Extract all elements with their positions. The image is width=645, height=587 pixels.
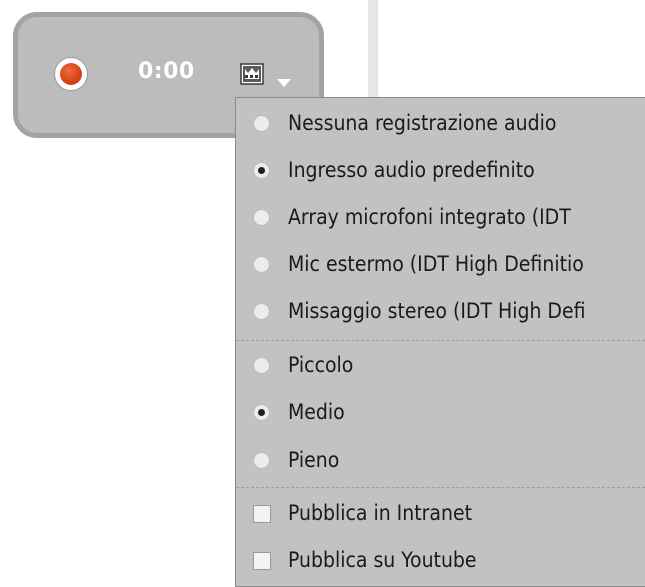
chevron-down-icon (277, 79, 291, 87)
radio-button[interactable] (253, 357, 270, 374)
menu-item-label: Nessuna registrazione audio (288, 111, 557, 135)
record-button[interactable] (54, 57, 88, 91)
audio-options-menu: Nessuna registrazione audio Ingresso aud… (235, 97, 645, 587)
menu-item-label: Pubblica in Intranet (288, 501, 472, 525)
radio-button[interactable] (253, 209, 270, 226)
menu-item-label: Ingresso audio predefinito (288, 158, 535, 182)
menu-separator (236, 340, 645, 341)
recording-timer: 0:00 (138, 59, 195, 84)
checkbox[interactable] (253, 505, 271, 523)
audio-device-dropdown[interactable] (240, 63, 300, 89)
radio-button[interactable] (253, 303, 270, 320)
radio-button[interactable] (253, 256, 270, 273)
menu-item-no-audio[interactable]: Nessuna registrazione audio (236, 101, 645, 147)
menu-item-size-small[interactable]: Piccolo (236, 343, 645, 389)
menu-item-external-mic[interactable]: Mic estermo (IDT High Definitio (236, 242, 645, 288)
menu-item-label: Pieno (288, 448, 340, 472)
menu-item-label: Pubblica su Youtube (288, 548, 477, 572)
radio-button[interactable] (253, 452, 270, 469)
menu-item-stereo-mix[interactable]: Missaggio stereo (IDT High Defi (236, 289, 645, 335)
menu-item-default-input[interactable]: Ingresso audio predefinito (236, 148, 645, 194)
radio-button[interactable] (253, 115, 270, 132)
menu-item-publish-youtube[interactable]: Pubblica su Youtube (236, 538, 645, 584)
menu-item-label: Missaggio stereo (IDT High Defi (288, 299, 586, 323)
menu-item-size-full[interactable]: Pieno (236, 438, 645, 484)
menu-separator (236, 487, 645, 488)
menu-item-size-medium[interactable]: Medio (236, 390, 645, 436)
audio-device-icon (240, 63, 264, 85)
menu-item-mic-array[interactable]: Array microfoni integrato (IDT (236, 195, 645, 241)
radio-button[interactable] (253, 404, 270, 421)
menu-item-label: Mic estermo (IDT High Definitio (288, 252, 584, 276)
menu-item-label: Medio (288, 400, 345, 424)
menu-item-label: Array microfoni integrato (IDT (288, 205, 571, 229)
checkbox[interactable] (253, 552, 271, 570)
radio-button[interactable] (253, 162, 270, 179)
menu-item-label: Piccolo (288, 353, 354, 377)
menu-item-publish-intranet[interactable]: Pubblica in Intranet (236, 491, 645, 537)
